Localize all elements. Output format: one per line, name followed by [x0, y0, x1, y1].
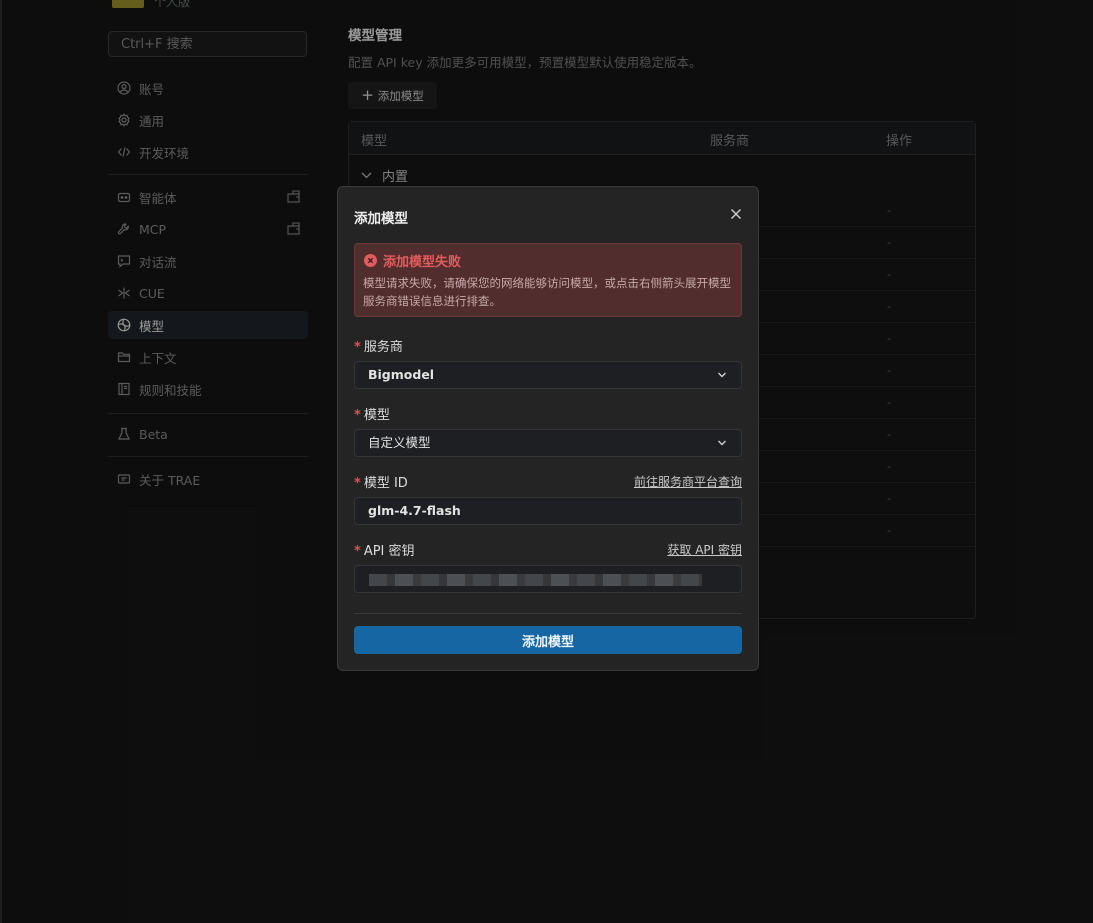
- model-label: * 模型: [354, 404, 390, 423]
- api-key-label: * API 密钥: [354, 540, 415, 559]
- dialog-divider: [354, 613, 742, 614]
- model-select[interactable]: 自定义模型: [354, 429, 742, 457]
- model-id-label: * 模型 ID: [354, 472, 408, 491]
- api-key-label-text: API 密钥: [363, 544, 415, 559]
- provider-label: * 服务商: [354, 336, 403, 355]
- provider-select[interactable]: Bigmodel: [354, 361, 742, 389]
- model-select-value: 自定义模型: [368, 435, 431, 450]
- chevron-down-icon: [718, 440, 726, 446]
- api-key-input[interactable]: ••••••••••••••••••••••••••••••••: [354, 565, 742, 593]
- close-icon[interactable]: [730, 208, 742, 220]
- provider-label-text: 服务商: [363, 340, 403, 355]
- chevron-down-icon: [718, 372, 726, 378]
- model-id-input[interactable]: glm-4.7-flash: [354, 497, 742, 525]
- required-mark: *: [354, 408, 361, 423]
- dialog-title: 添加模型: [354, 211, 408, 227]
- alert-title: 添加模型失败: [383, 255, 462, 270]
- provider-select-value: Bigmodel: [368, 367, 435, 382]
- get-api-key-link[interactable]: 获取 API 密钥: [667, 541, 742, 558]
- model-label-text: 模型: [363, 408, 390, 423]
- api-key-masked-value: ••••••••••••••••••••••••••••••••: [369, 574, 702, 586]
- required-mark: *: [354, 340, 361, 355]
- required-mark: *: [354, 544, 361, 559]
- error-circle-icon: [364, 254, 377, 267]
- provider-platform-link[interactable]: 前往服务商平台查询: [634, 473, 742, 490]
- required-mark: *: [354, 476, 361, 491]
- add-model-dialog: 添加模型 添加模型失败 模型请求失败，请确保您的网络能够访问模型，或点击右侧箭头…: [337, 186, 759, 671]
- submit-add-model-button[interactable]: 添加模型: [354, 626, 742, 654]
- error-alert[interactable]: 添加模型失败 模型请求失败，请确保您的网络能够访问模型，或点击右侧箭头展开模型服…: [354, 243, 742, 317]
- model-id-value: glm-4.7-flash: [368, 503, 461, 518]
- model-id-label-text: 模型 ID: [363, 476, 408, 491]
- alert-message: 模型请求失败，请确保您的网络能够访问模型，或点击右侧箭头展开模型服务商错误信息进…: [363, 276, 731, 308]
